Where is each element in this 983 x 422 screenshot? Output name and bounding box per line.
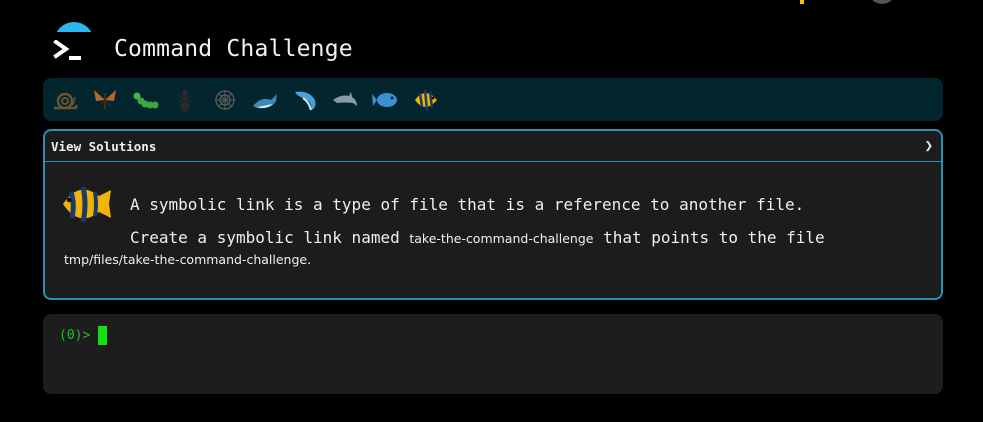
target-path-line: tmp/files/take-the-command-challenge. xyxy=(64,249,311,268)
chevron-right-icon[interactable]: ❯ xyxy=(925,138,933,154)
link-name-code: take-the-command-challenge xyxy=(409,231,594,246)
page: Command Challenge View Solutions ❯ A sym… xyxy=(0,0,983,422)
challenge-description: A symbolic link is a type of file that i… xyxy=(45,162,941,298)
snail-icon[interactable] xyxy=(51,86,79,114)
level-bar xyxy=(43,78,943,121)
view-solutions-label: View Solutions xyxy=(51,138,157,154)
shark-icon[interactable] xyxy=(291,86,319,114)
ant-icon[interactable] xyxy=(171,86,199,114)
terminal-prompt-line[interactable]: (0)> xyxy=(59,326,108,345)
whale-icon[interactable] xyxy=(251,86,279,114)
challenge-intro-text: A symbolic link is a type of file that i… xyxy=(130,195,805,214)
terminal-logo-icon[interactable] xyxy=(52,22,96,66)
instruction-suffix: that points to the file xyxy=(593,228,825,247)
caterpillar-icon[interactable] xyxy=(131,86,159,114)
view-solutions-toggle[interactable]: View Solutions ❯ xyxy=(45,131,941,162)
challenge-instruction-text: Create a symbolic link named take-the-co… xyxy=(130,228,825,247)
dolphin-icon[interactable] xyxy=(331,86,359,114)
angelfish-icon xyxy=(59,178,115,230)
prompt-label: (0)> xyxy=(59,328,91,343)
challenge-panel: View Solutions ❯ A symbolic link is a ty… xyxy=(43,129,943,300)
angelfish-icon[interactable] xyxy=(411,86,439,114)
butterfly-icon[interactable] xyxy=(91,86,119,114)
end-punctuation: . xyxy=(307,252,312,267)
fish-icon[interactable] xyxy=(371,86,399,114)
target-path-code: tmp/files/take-the-command-challenge xyxy=(64,252,308,267)
app-title: Command Challenge xyxy=(114,36,353,62)
terminal[interactable]: (0)> xyxy=(43,314,943,394)
spider-web-icon[interactable] xyxy=(211,86,239,114)
top-decoration xyxy=(800,0,804,4)
header: Command Challenge xyxy=(52,16,353,72)
avatar[interactable] xyxy=(868,0,896,4)
terminal-cursor xyxy=(98,326,108,345)
instruction-prefix: Create a symbolic link named xyxy=(130,228,410,247)
